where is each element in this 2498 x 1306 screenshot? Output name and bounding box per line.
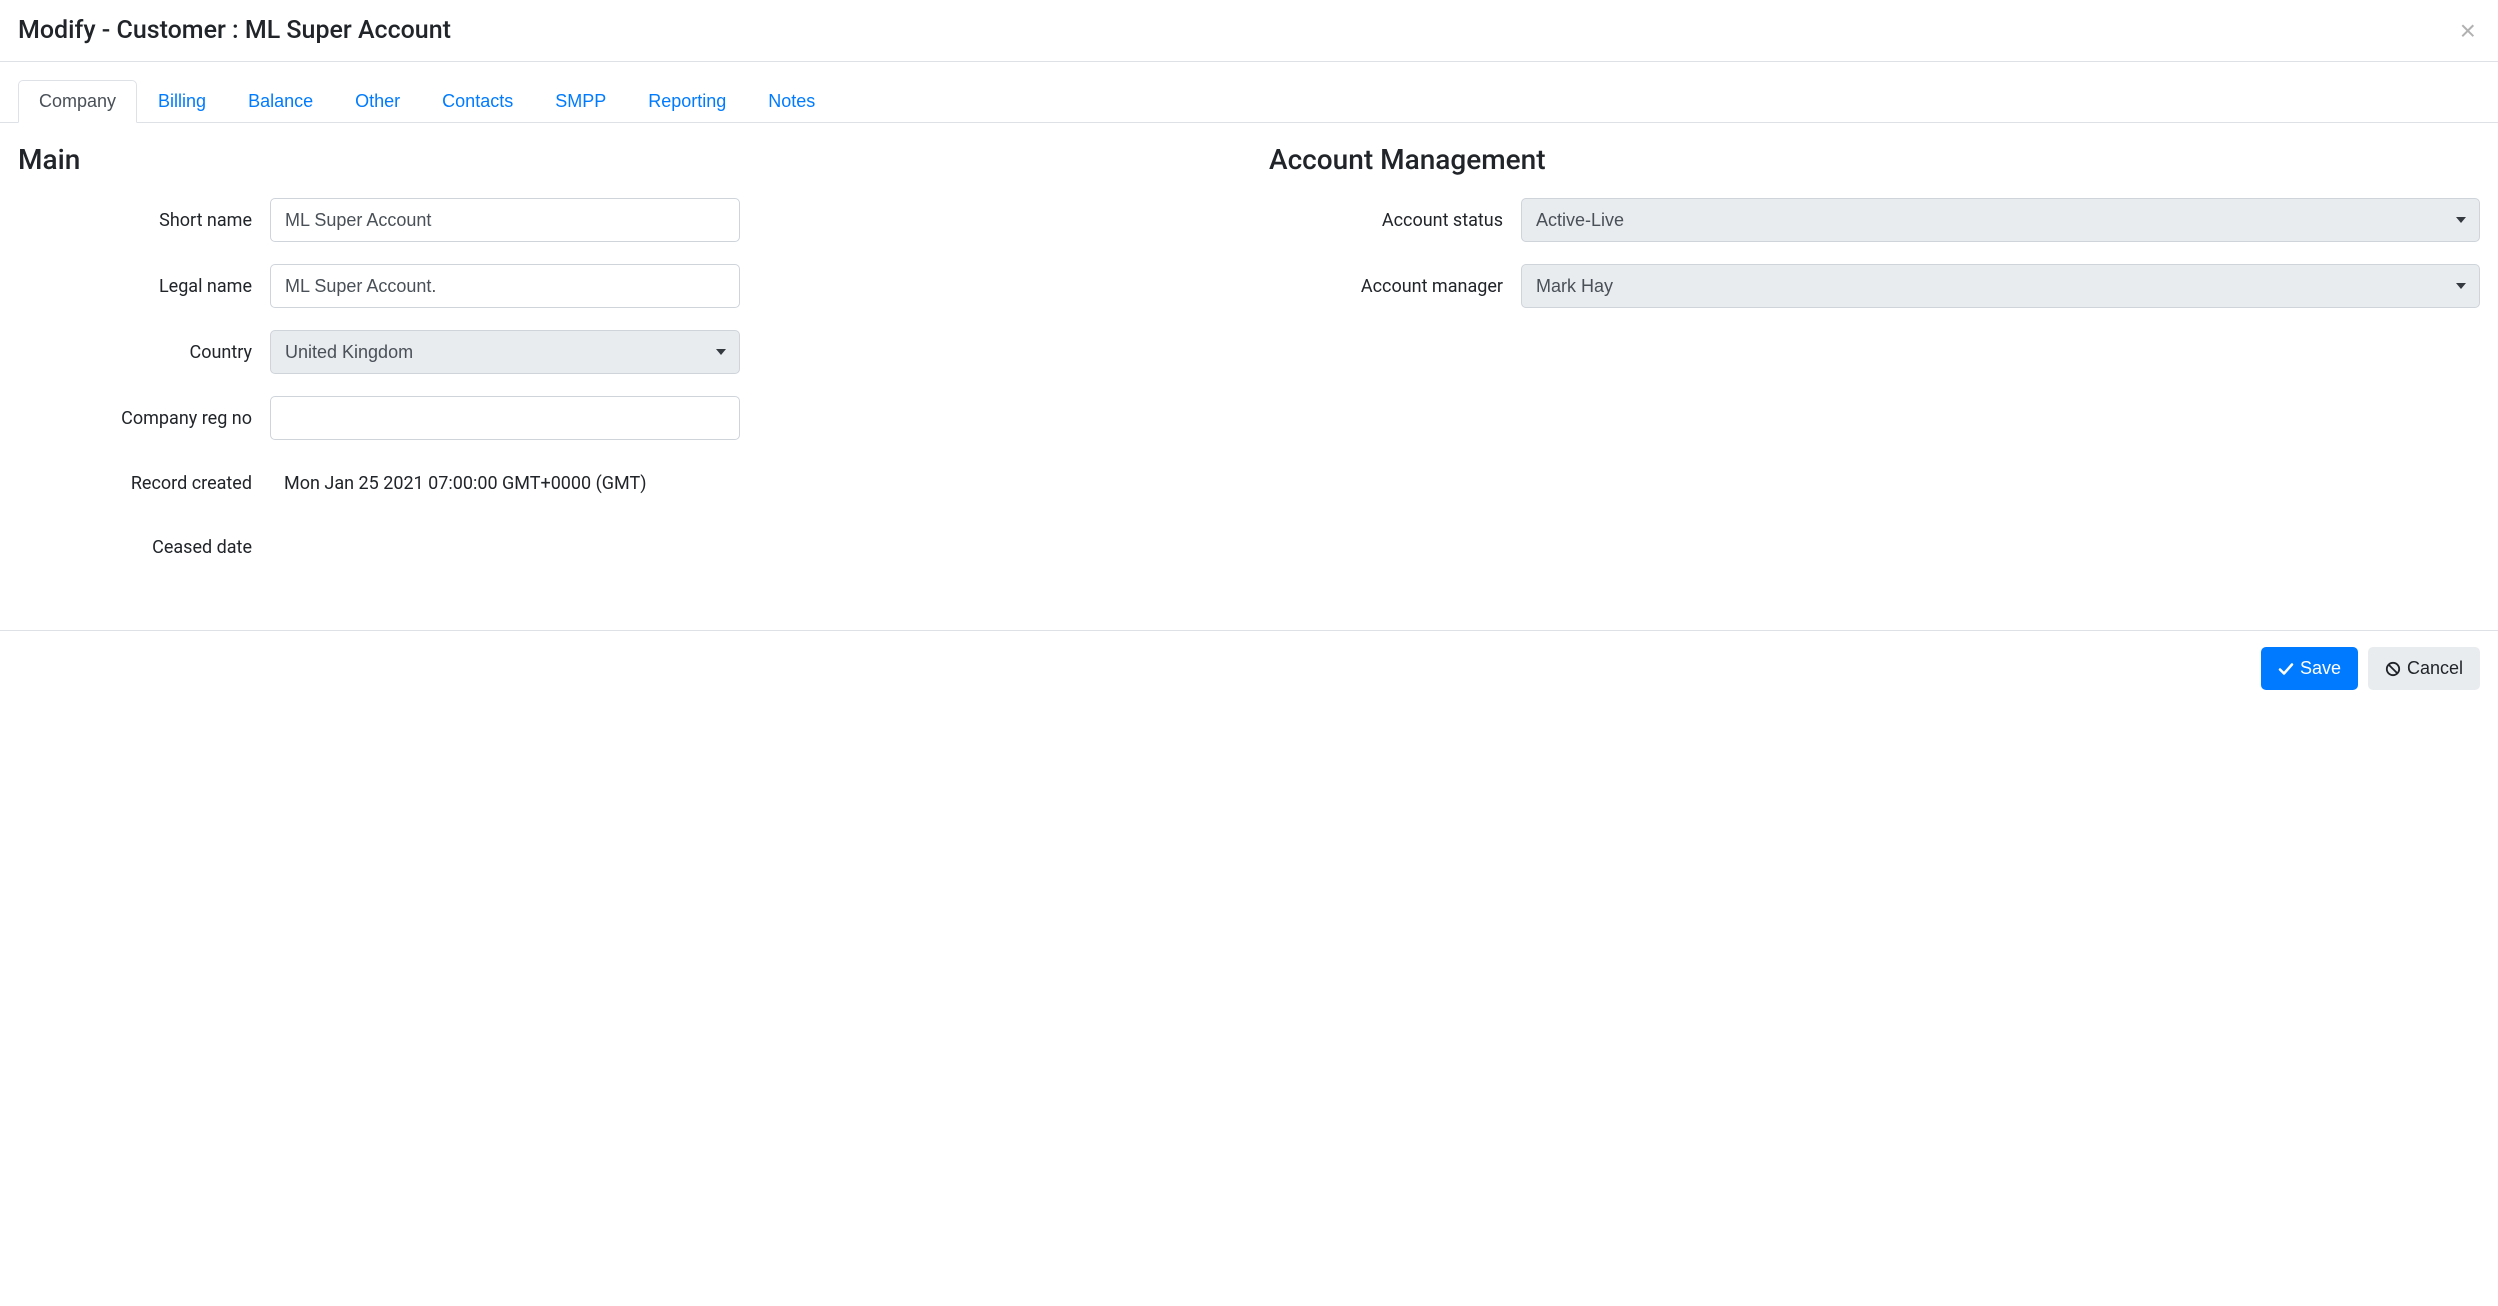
field-row-country: Country United Kingdom (18, 330, 1229, 374)
tab-notes[interactable]: Notes (747, 80, 836, 123)
close-icon: × (2460, 15, 2476, 46)
tab-billing[interactable]: Billing (137, 80, 227, 123)
account-status-label: Account status (1269, 210, 1521, 231)
account-management-section: Account Management Account status Active… (1269, 143, 2480, 590)
country-select[interactable]: United Kingdom (270, 330, 740, 374)
tab-contacts[interactable]: Contacts (421, 80, 534, 123)
save-button-label: Save (2300, 656, 2341, 681)
tab-reporting[interactable]: Reporting (627, 80, 747, 123)
record-created-label: Record created (18, 473, 270, 494)
tab-other[interactable]: Other (334, 80, 421, 123)
cancel-button-label: Cancel (2407, 656, 2463, 681)
field-row-account-manager: Account manager Mark Hay (1269, 264, 2480, 308)
ceased-date-label: Ceased date (18, 537, 270, 558)
short-name-label: Short name (18, 210, 270, 231)
main-section: Main Short name Legal name Country Unite… (18, 143, 1229, 590)
field-row-account-status: Account status Active-Live (1269, 198, 2480, 242)
tabs-nav: Company Billing Balance Other Contacts S… (0, 80, 2498, 123)
country-label: Country (18, 342, 270, 363)
company-reg-input[interactable] (270, 396, 740, 440)
account-manager-select[interactable]: Mark Hay (1521, 264, 2480, 308)
account-status-select[interactable]: Active-Live (1521, 198, 2480, 242)
ban-icon (2385, 661, 2401, 677)
tab-content: Main Short name Legal name Country Unite… (0, 123, 2498, 630)
account-manager-label: Account manager (1269, 276, 1521, 297)
modal-title: Modify - Customer : ML Super Account (18, 16, 451, 45)
record-created-value: Mon Jan 25 2021 07:00:00 GMT+0000 (GMT) (270, 473, 647, 494)
close-button[interactable]: × (2456, 17, 2480, 45)
field-row-record-created: Record created Mon Jan 25 2021 07:00:00 … (18, 462, 1229, 504)
tab-balance[interactable]: Balance (227, 80, 334, 123)
cancel-button[interactable]: Cancel (2368, 647, 2480, 690)
short-name-input[interactable] (270, 198, 740, 242)
legal-name-label: Legal name (18, 276, 270, 297)
modal-header: Modify - Customer : ML Super Account × (0, 0, 2498, 62)
ceased-date-value (270, 537, 284, 558)
account-management-title: Account Management (1269, 143, 2480, 176)
check-icon (2278, 661, 2294, 677)
field-row-short-name: Short name (18, 198, 1229, 242)
company-reg-label: Company reg no (18, 408, 270, 429)
field-row-company-reg: Company reg no (18, 396, 1229, 440)
main-section-title: Main (18, 143, 1229, 176)
legal-name-input[interactable] (270, 264, 740, 308)
field-row-ceased-date: Ceased date (18, 526, 1229, 568)
field-row-legal-name: Legal name (18, 264, 1229, 308)
modal-footer: Save Cancel (0, 630, 2498, 706)
save-button[interactable]: Save (2261, 647, 2358, 690)
tab-smpp[interactable]: SMPP (534, 80, 627, 123)
tab-company[interactable]: Company (18, 80, 137, 123)
